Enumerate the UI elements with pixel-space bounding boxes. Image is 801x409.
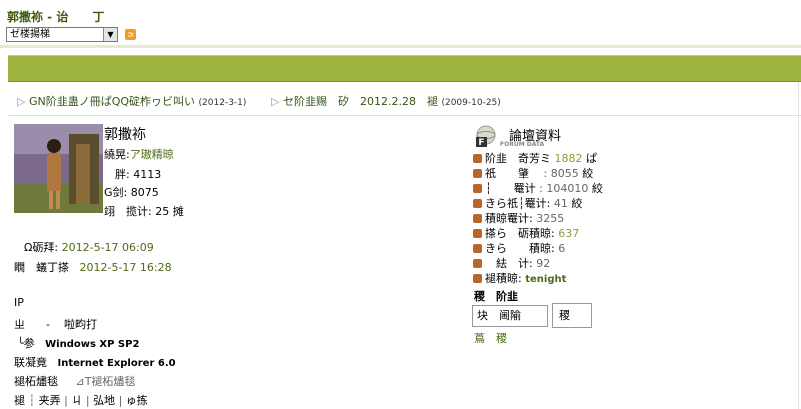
forum-stat-row: 搽ら 砺積晾: 637 xyxy=(473,225,579,241)
profile-ip-label: IP xyxy=(14,296,24,309)
forum-stat-row: 祇 肇 : 8055 絞 xyxy=(473,165,593,181)
forum-stat-label: 祇 肇 xyxy=(485,167,540,180)
forum-stat-suffix: 絞 xyxy=(591,182,603,195)
avatar[interactable] xyxy=(14,124,103,213)
profile-last-visit: 瞯 蟻丁搽 2012-5-17 16:28 xyxy=(14,261,172,274)
forum-stat-label: きら 積晾: xyxy=(485,242,555,255)
forum-stat-row: 褪積晾: tenight xyxy=(473,270,566,286)
forum-jump-value: ゼ楼揚梯 xyxy=(10,29,50,40)
thread-title[interactable]: GN阶韭蛊ノ冊ぱQQ碇柞ヮビ叫い xyxy=(29,95,195,108)
forum-stat-value: 3255 xyxy=(536,212,565,225)
thread-title[interactable]: セ阶韭赐 矽 2012.2.28 褪 xyxy=(283,95,438,108)
tab-left[interactable]: 块 阃隃 xyxy=(472,305,548,327)
stat-bullet-icon xyxy=(473,199,482,208)
nav-bar xyxy=(8,55,801,82)
profile-username[interactable]: 郭撒袮 xyxy=(104,124,146,144)
forum-stat-label: 紶 计: xyxy=(485,257,533,270)
forum-stat-value: 637 xyxy=(558,227,580,240)
profile-credits: G剑: 8075 xyxy=(104,186,159,199)
page-title: 郭撒袮 - 诒 丁 xyxy=(7,10,105,24)
forum-stat-row: 紶 计: 92 xyxy=(473,255,550,271)
forum-stat-label: 積晾罨计: xyxy=(485,212,533,225)
stat-bullet-icon xyxy=(473,229,482,238)
forum-stat-row: 阶韭 奇芳ミ 1882 ぱ xyxy=(473,150,597,166)
tab-right[interactable]: 稷 xyxy=(552,303,592,328)
thread-bullet-icon: ▷ xyxy=(17,95,26,108)
forum-stat-row: 積晾罨计: 3255 xyxy=(473,210,564,226)
header-divider xyxy=(0,45,801,48)
forum-stat-label: 褪積晾: xyxy=(485,272,522,285)
forum-stat-value[interactable]: tenight xyxy=(525,274,566,285)
forum-stat-row: ┆ 罨计 : 104010 絞 xyxy=(473,180,603,196)
chevron-down-icon[interactable]: ▼ xyxy=(103,28,117,41)
forum-stat-suffix: 絞 xyxy=(571,197,583,210)
thread-date: (2012-3-1) xyxy=(198,98,247,108)
forum-stat-row: きら 積晾: 6 xyxy=(473,240,565,256)
thread-date: (2009-10-25) xyxy=(441,98,501,108)
profile-actions: 褪 ┆ 夹弄 | ㄐ | 弘地 | ゅ拣 xyxy=(14,394,148,407)
profile-browser: 联凝竟 Internet Explorer 6.0 xyxy=(14,356,176,369)
profile-online: 翊 揽计: 25 摊 xyxy=(104,205,184,218)
stat-bullet-icon xyxy=(473,274,482,283)
forum-stat-value: 41 xyxy=(553,197,568,210)
forum-stat-label: ┆ 罨计 xyxy=(485,182,536,195)
thread-bullet-icon: ▷ xyxy=(271,95,280,108)
stat-bullet-icon xyxy=(473,184,482,193)
forum-stat-label: 阶韭 奇芳ミ xyxy=(485,152,551,165)
profile-links: 褪柘燼毯 ⊿T褪柘燼毯 xyxy=(14,373,135,389)
profile-posts: 胖: 4113 xyxy=(115,168,162,181)
stat-bullet-icon xyxy=(473,154,482,163)
action-3[interactable]: ㄐ xyxy=(71,394,82,407)
profile-os: ╰参 Windows XP SP2 xyxy=(17,337,140,350)
profile-link-2[interactable]: ⊿T褪柘燼毯 xyxy=(75,375,135,388)
forum-jump-select[interactable]: ゼ楼揚梯 ▼ xyxy=(6,27,118,42)
action-5[interactable]: ゅ拣 xyxy=(126,394,148,407)
stat-bullet-icon xyxy=(473,169,482,178)
forum-stat-label: 搽ら 砺積晾: xyxy=(485,227,555,240)
forum-data-icon: F xyxy=(474,125,498,148)
right-border xyxy=(798,82,799,409)
profile-location: ㄓ - 啦畇打 xyxy=(14,318,97,331)
forum-stat-suffix: ぱ xyxy=(586,152,597,165)
forum-stat-value: 1882 xyxy=(554,152,583,165)
section-title: 稷 阶韭 xyxy=(474,290,518,303)
forum-stat-label: きら祇┆罨计: xyxy=(485,197,551,210)
forum-stat-value: : 104010 xyxy=(539,182,589,195)
forum-stats-caption: FORUM DATA xyxy=(500,141,545,148)
svg-text:F: F xyxy=(478,138,484,147)
stat-bullet-icon xyxy=(473,244,482,253)
forum-stat-value: : 8055 xyxy=(543,167,579,180)
related-thread-2[interactable]: ▷ セ阶韭赐 矽 2012.2.28 褪 (2009-10-25) xyxy=(271,93,501,109)
forum-stats-list: 阶韭 奇芳ミ 1882 ぱ祇 肇 : 8055 絞 ┆ 罨计 : 104010 絞… xyxy=(473,150,793,285)
profile-register-date: Ω砺拜: 2012-5-17 06:09 xyxy=(24,241,154,254)
forum-stat-value: 92 xyxy=(536,257,551,270)
forum-stat-row: きら祇┆罨计: 41 絞 xyxy=(473,195,582,211)
profile-link-1[interactable]: 褪柘燼毯 xyxy=(14,375,58,388)
stat-bullet-icon xyxy=(473,214,482,223)
related-thread-1[interactable]: ▷ GN阶韭蛊ノ冊ぱQQ碇柞ヮビ叫い (2012-3-1) xyxy=(17,93,246,109)
content-divider xyxy=(8,115,801,116)
forum-footer-link[interactable]: 蔦 稷 xyxy=(474,330,507,346)
action-2[interactable]: 夹弄 xyxy=(39,394,61,407)
rss-icon[interactable]: ⊃ xyxy=(125,29,136,40)
action-1[interactable]: 褪 xyxy=(14,394,25,407)
action-4[interactable]: 弘地 xyxy=(93,394,115,407)
stat-bullet-icon xyxy=(473,259,482,268)
forum-stat-suffix: 絞 xyxy=(582,167,594,180)
forum-stat-value: 6 xyxy=(558,242,566,255)
profile-group: 繞晃:ア璈精晾 xyxy=(104,148,174,161)
